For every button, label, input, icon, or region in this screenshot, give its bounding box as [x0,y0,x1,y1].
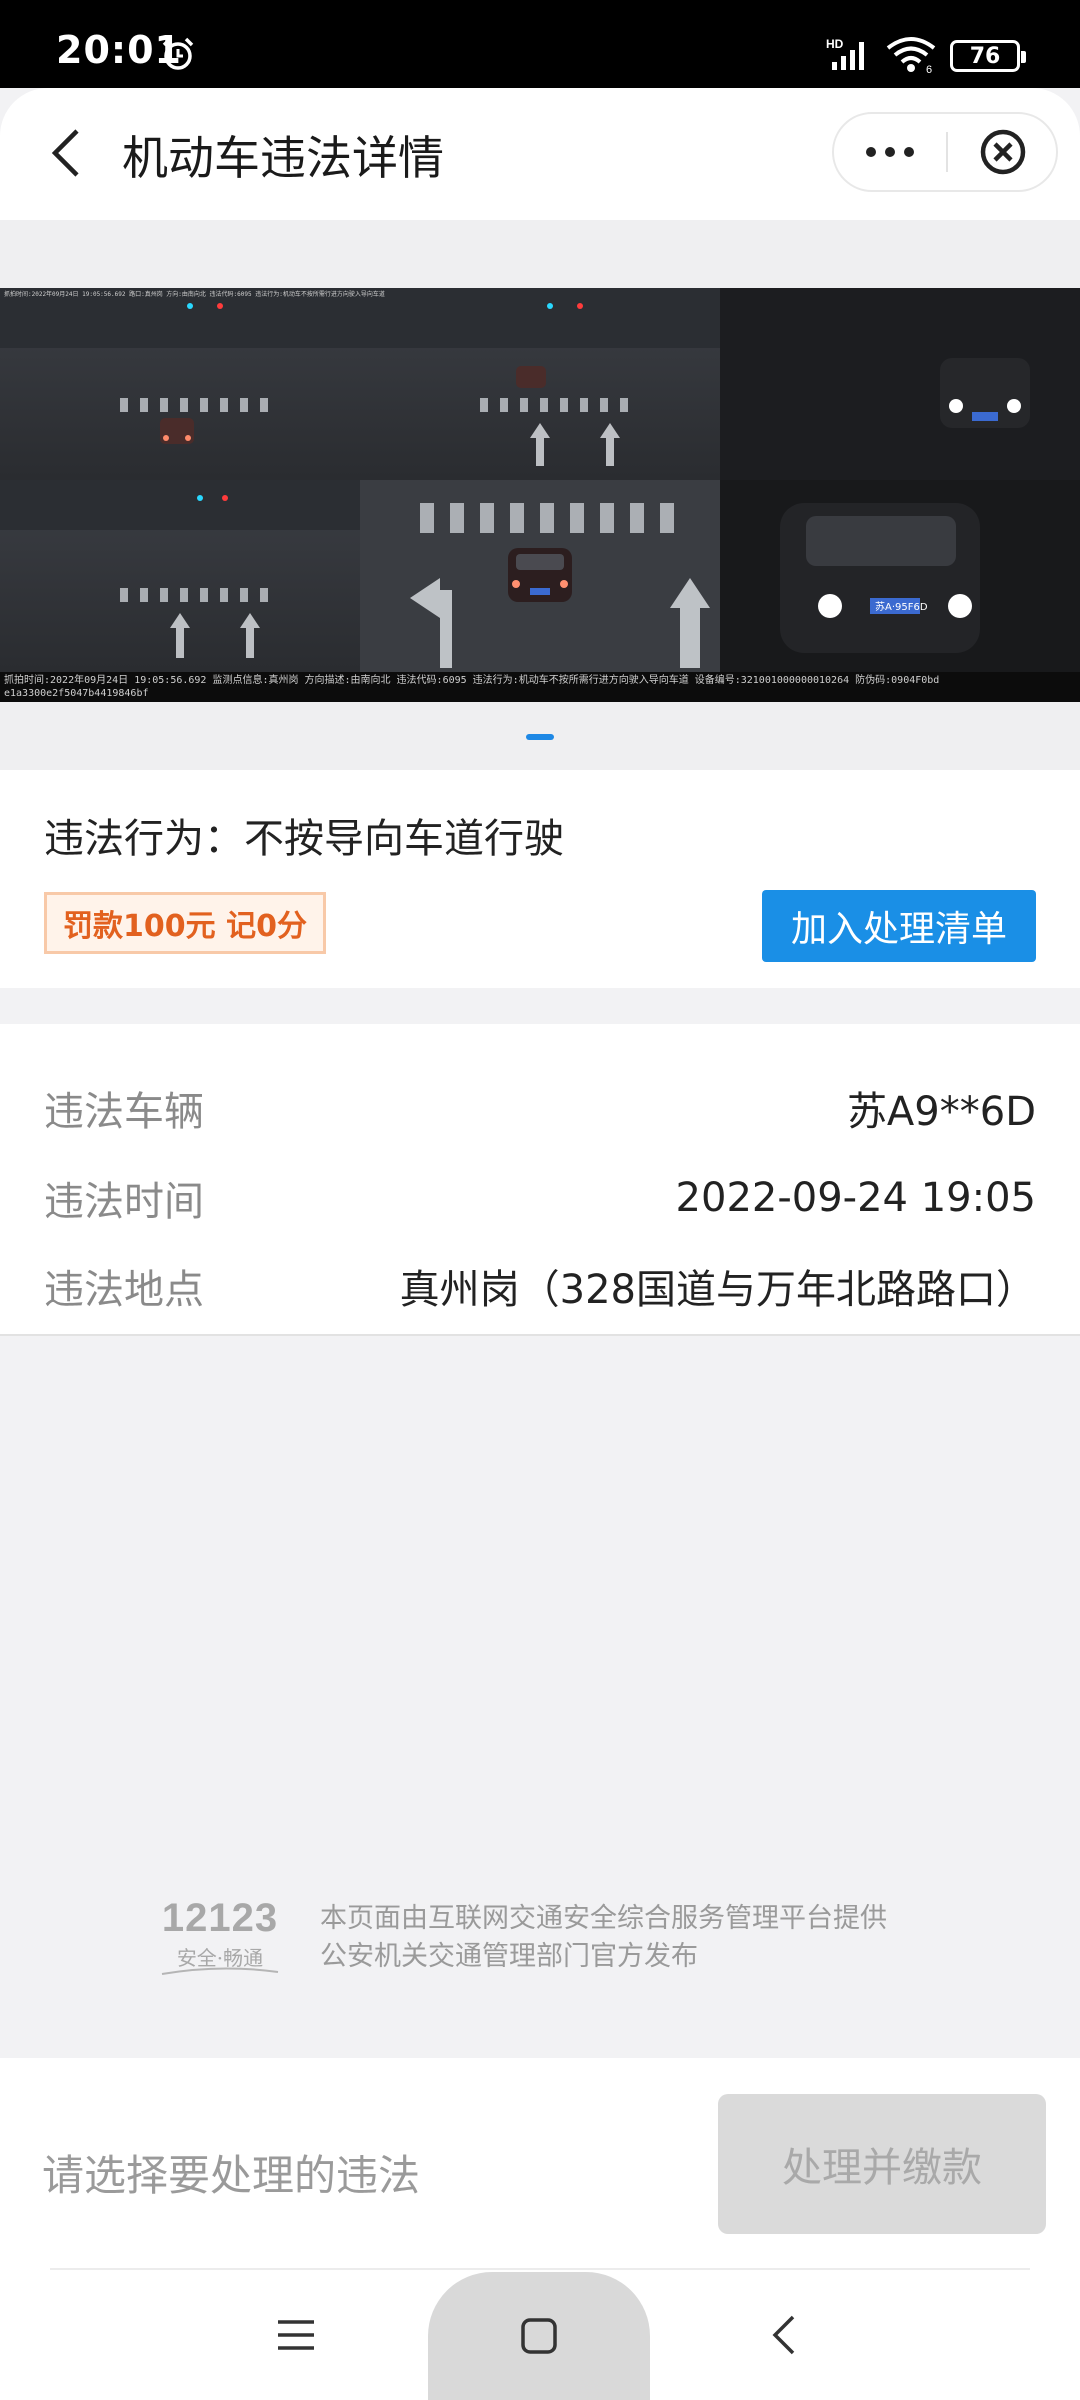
carousel-indicator [526,734,554,740]
more-dots-icon [866,147,876,157]
detail-row-time: 违法时间 2022-09-24 19:05 [44,1168,1036,1228]
photo-info-strip: 抓拍时间:2022年09月24日 19:05:56.692 监测点信息:真州岗 … [0,672,1080,702]
photo-overlay-bottom: 抓拍时间:2022年09月24日 19:05:56.692 监测点信息:真州岗 … [4,675,940,686]
photo-overlay-bottom2: e1a3300e2f5047b4419846bf [4,688,149,699]
nav-back-button[interactable] [754,2300,814,2370]
detail-label: 违法车辆 [44,1089,204,1135]
photo-carousel[interactable]: 苏A·95F6D 抓拍时间:2022年09月24日 19:05:56.692 路… [0,220,1080,770]
penalty-badge: 罚款100元 记0分 [44,892,326,954]
back-arrow-icon [772,2315,795,2355]
nav-home-button[interactable] [428,2272,650,2400]
detail-row-vehicle: 违法车辆 苏A9**6D [44,1078,1036,1138]
wifi-icon: 6 [886,37,936,74]
menu-icon [278,2320,314,2350]
violation-photo[interactable]: 苏A·95F6D 抓拍时间:2022年09月24日 19:05:56.692 路… [0,288,1080,702]
add-to-list-button[interactable]: 加入处理清单 [762,890,1036,962]
svg-text:6: 6 [926,64,932,74]
battery-level: 76 [969,43,1001,69]
footer-line-2: 公安机关交通管理部门官方发布 [320,1941,698,1972]
more-button[interactable] [834,114,946,190]
detail-value: 苏A9**6D [846,1089,1036,1135]
home-square-icon [521,2318,557,2354]
chevron-left-icon [51,129,79,177]
plate-text: 苏A·95F6D [875,600,928,613]
detail-value: 真州岗（328国道与万年北路路口） [399,1267,1036,1313]
header: 机动车违法详情 [0,88,1080,220]
violation-behavior: 违法行为：不按导向车道行驶 [44,816,564,862]
detail-label: 违法时间 [44,1179,204,1225]
swoosh-icon [161,1967,279,1975]
mini-program-capsule [832,112,1058,192]
status-bar: 20:01 HD 6 76 [0,0,1080,88]
violation-card: 违法行为：不按导向车道行驶 罚款100元 记0分 加入处理清单 [0,770,1080,988]
nav-menu-button[interactable] [266,2300,326,2370]
back-button[interactable] [36,118,96,188]
signal-icon: HD [826,37,864,70]
detail-value: 2022-09-24 19:05 [675,1175,1036,1221]
page-title: 机动车违法详情 [122,131,444,185]
close-button[interactable] [948,114,1058,190]
select-hint: 请选择要处理的违法 [42,2151,421,2200]
footer-text: 本页面由互联网交通安全综合服务管理平台提供 公安机关交通管理部门官方发布 [320,1900,887,1976]
svg-text:HD: HD [826,37,844,51]
brand-number: 12123 [161,1896,279,1940]
details-card: 违法车辆 苏A9**6D 违法时间 2022-09-24 19:05 违法地点 … [0,1024,1080,1336]
brand-logo: 12123 安全·畅通 [150,1896,300,1976]
detail-row-location: 违法地点 真州岗（328国道与万年北路路口） [44,1256,1036,1316]
photo-overlay-top: 抓拍时间:2022年09月24日 19:05:56.692 路口:真州岗 方向:… [4,290,385,298]
traffic-camera-image: 苏A·95F6D 抓拍时间:2022年09月24日 19:05:56.692 路… [0,288,1080,672]
battery-icon: 76 [950,40,1026,72]
nav-divider [50,2268,1030,2270]
process-and-pay-button[interactable]: 处理并缴款 [718,2094,1046,2234]
close-circle-icon [980,129,1026,175]
bottom-action-bar: 请选择要处理的违法 处理并缴款 [0,2058,1080,2268]
footer-line-1: 本页面由互联网交通安全综合服务管理平台提供 [320,1903,887,1934]
alarm-icon [162,37,194,70]
detail-label: 违法地点 [44,1267,204,1313]
